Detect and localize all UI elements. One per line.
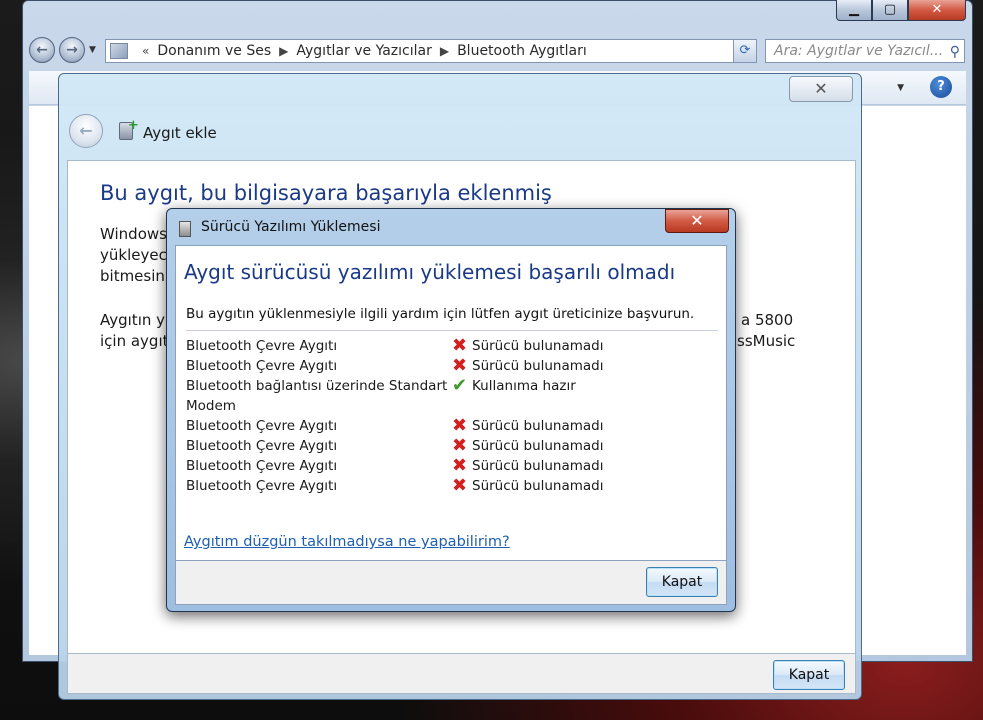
breadcrumb-bluetooth-devices[interactable]: Bluetooth Aygıtları (457, 43, 587, 59)
chevron-right-icon[interactable]: ▶ (440, 44, 449, 58)
wizard-close-button[interactable]: ✕ (789, 76, 853, 102)
control-panel-icon (110, 43, 128, 59)
wizard-header: ← + Aygıt ekle (67, 114, 852, 158)
device-status: Sürücü bulunamadı (472, 438, 604, 454)
device-name: Bluetooth Çevre Aygıtı (186, 478, 338, 494)
checkmark-icon: ✔ (452, 375, 468, 396)
device-name-continued: Modem (186, 398, 236, 414)
wizard-heading: Bu aygıt, bu bilgisayara başarıyla eklen… (100, 181, 552, 205)
wizard-text-line: Aygıtın yü (100, 311, 175, 329)
error-icon: ✖ (452, 475, 468, 496)
close-button[interactable]: ✕ (908, 0, 966, 21)
error-icon: ✖ (452, 415, 468, 436)
device-name: Bluetooth Çevre Aygıtı (186, 358, 338, 374)
wizard-text-line: yükleyece (100, 246, 177, 264)
wizard-text-line: Windows (100, 225, 167, 243)
dialog-close-button[interactable]: ✕ (665, 209, 729, 233)
breadcrumb-hardware[interactable]: Donanım ve Ses (157, 43, 271, 59)
back-button[interactable]: ← (29, 37, 55, 63)
dialog-title: Sürücü Yazılımı Yüklemesi (201, 219, 381, 235)
device-name: Bluetooth Çevre Aygıtı (186, 418, 338, 434)
view-dropdown-icon[interactable]: ▼ (897, 83, 904, 93)
chevron-right-icon[interactable]: ▶ (279, 44, 288, 58)
chevron-left-icon[interactable]: « (142, 44, 149, 58)
device-status: Sürücü bulunamadı (472, 358, 604, 374)
device-name: Bluetooth bağlantısı üzerinde Standart (186, 378, 448, 394)
wizard-close-action-button[interactable]: Kapat (773, 660, 845, 690)
device-status: Kullanıma hazır (472, 378, 576, 394)
breadcrumb-devices-printers[interactable]: Aygıtlar ve Yazıcılar (296, 43, 431, 59)
help-link[interactable]: Aygıtım düzgün takılmadıysa ne yapabilir… (184, 534, 510, 550)
device-name: Bluetooth Çevre Aygıtı (186, 438, 338, 454)
dialog-close-action-button[interactable]: Kapat (646, 567, 718, 597)
refresh-button[interactable]: ⟳ (733, 39, 757, 63)
dialog-heading: Aygıt sürücüsü yazılımı yüklemesi başarı… (184, 260, 676, 284)
error-icon: ✖ (452, 455, 468, 476)
wizard-text-fragment: a 5800 (741, 311, 794, 329)
minimize-button[interactable]: ▁ (836, 0, 872, 21)
search-input[interactable]: Ara: Aygıtlar ve Yazıcıl... ⚲ (765, 39, 965, 63)
error-icon: ✖ (452, 355, 468, 376)
device-row: Bluetooth Çevre Aygıtı ✖ Sürücü bulunama… (186, 335, 606, 358)
recent-pages-dropdown[interactable]: ▼ (89, 45, 96, 55)
device-row: Bluetooth bağlantısı üzerinde Standart M… (186, 375, 606, 418)
navigation-bar: ← → ▼ « Donanım ve Ses ▶ Aygıtlar ve Yaz… (29, 35, 965, 67)
error-icon: ✖ (452, 435, 468, 456)
plus-icon: + (128, 118, 139, 133)
driver-install-dialog: Sürücü Yazılımı Yüklemesi ✕ Aygıt sürücü… (166, 208, 736, 612)
dialog-divider (186, 330, 718, 331)
device-row: Bluetooth Çevre Aygıtı ✖ Sürücü bulunama… (186, 355, 606, 378)
error-icon: ✖ (452, 335, 468, 356)
dialog-content: Aygıt sürücüsü yazılımı yüklemesi başarı… (175, 245, 727, 561)
wizard-text-line: bitmesini (100, 267, 170, 285)
device-icon (179, 221, 191, 237)
device-row: Bluetooth Çevre Aygıtı ✖ Sürücü bulunama… (186, 475, 606, 498)
help-icon[interactable]: ? (930, 76, 952, 98)
wizard-back-button[interactable]: ← (69, 114, 103, 148)
device-row: Bluetooth Çevre Aygıtı ✖ Sürücü bulunama… (186, 435, 606, 458)
wizard-footer: Kapat (67, 654, 856, 694)
search-icon[interactable]: ⚲ (950, 41, 960, 62)
wizard-text-fragment: ssMusic (737, 332, 796, 350)
device-row: Bluetooth Çevre Aygıtı ✖ Sürücü bulunama… (186, 415, 606, 438)
device-row: Bluetooth Çevre Aygıtı ✖ Sürücü bulunama… (186, 455, 606, 478)
device-name: Bluetooth Çevre Aygıtı (186, 458, 338, 474)
device-status: Sürücü bulunamadı (472, 478, 604, 494)
maximize-button[interactable]: ▢ (872, 0, 908, 21)
device-status: Sürücü bulunamadı (472, 338, 604, 354)
dialog-intro: Bu aygıtın yüklenmesiyle ilgili yardım i… (186, 306, 695, 322)
window-controls: ▁ ▢ ✕ (836, 0, 966, 21)
wizard-text-line: için aygıt (100, 332, 169, 350)
device-status: Sürücü bulunamadı (472, 458, 604, 474)
wizard-title: Aygıt ekle (143, 124, 217, 142)
forward-button[interactable]: → (59, 37, 85, 63)
address-bar[interactable]: « Donanım ve Ses ▶ Aygıtlar ve Yazıcılar… (105, 39, 755, 63)
device-name: Bluetooth Çevre Aygıtı (186, 338, 338, 354)
dialog-footer: Kapat (175, 561, 727, 605)
device-status: Sürücü bulunamadı (472, 418, 604, 434)
